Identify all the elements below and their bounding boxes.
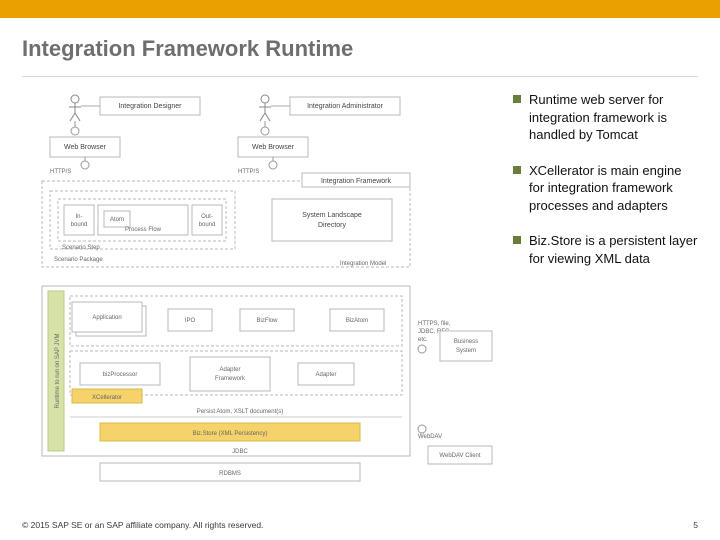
svg-text:Integration Model: Integration Model [340, 261, 386, 267]
bullet-text: XCellerator is main engine for integrati… [529, 162, 698, 215]
svg-text:bound: bound [71, 222, 88, 228]
svg-text:Directory: Directory [318, 222, 347, 229]
svg-text:HTTPS, file,: HTTPS, file, [418, 321, 451, 327]
svg-text:XCellerator: XCellerator [92, 395, 122, 401]
svg-text:Scenario Package: Scenario Package [54, 257, 103, 263]
bullet-item: XCellerator is main engine for integrati… [513, 162, 698, 215]
bullet-icon [513, 95, 521, 103]
svg-text:etc.: etc. [418, 337, 428, 343]
svg-text:Runtime to run on SAP JVM: Runtime to run on SAP JVM [55, 334, 61, 409]
copyright: © 2015 SAP SE or an SAP affiliate compan… [22, 520, 263, 530]
business-system [440, 331, 492, 361]
actor-designer: Integration Designer [69, 95, 200, 121]
bullet-icon [513, 236, 521, 244]
svg-text:Application: Application [92, 315, 121, 321]
svg-text:Web Browser: Web Browser [252, 144, 295, 151]
svg-text:Integration Designer: Integration Designer [118, 103, 182, 110]
svg-text:IPO: IPO [185, 318, 196, 324]
bullet-text: Runtime web server for integration frame… [529, 91, 698, 144]
bullet-item: Runtime web server for integration frame… [513, 91, 698, 144]
svg-text:Web Browser: Web Browser [64, 144, 107, 151]
svg-text:Integration Administrator: Integration Administrator [307, 103, 384, 110]
page-title: Integration Framework Runtime [0, 18, 720, 76]
diagram-column: Integration Designer Integration Adminis… [40, 91, 495, 491]
svg-text:WebDAV: WebDAV [418, 434, 442, 440]
svg-text:System: System [456, 348, 476, 354]
svg-text:BizFlow: BizFlow [256, 318, 278, 324]
bullet-icon [513, 166, 521, 174]
svg-text:Scenario Step: Scenario Step [62, 245, 100, 251]
accent-bar [0, 0, 720, 18]
svg-text:Adapter: Adapter [219, 367, 240, 373]
http-label-right: HTTP/S [238, 169, 259, 175]
page-number: 5 [693, 520, 698, 530]
svg-text:Out-: Out- [201, 214, 213, 220]
svg-text:Framework: Framework [215, 376, 246, 382]
sld-box [272, 199, 392, 241]
bullet-text: Biz.Store is a persistent layer for view… [529, 232, 698, 267]
svg-text:Integration Framework: Integration Framework [321, 178, 392, 185]
content-row: Integration Designer Integration Adminis… [0, 77, 720, 491]
svg-text:BizAtom: BizAtom [346, 318, 368, 324]
svg-text:WebDAV Client: WebDAV Client [439, 453, 480, 459]
svg-text:System Landscape: System Landscape [302, 212, 362, 219]
svg-text:bizProcessor: bizProcessor [103, 372, 138, 378]
svg-text:Adapter: Adapter [315, 372, 336, 378]
svg-text:Business: Business [454, 339, 478, 345]
svg-text:bound: bound [199, 222, 216, 228]
svg-text:Process Flow: Process Flow [125, 227, 162, 233]
actor-admin: Integration Administrator [259, 95, 400, 121]
bullet-item: Biz.Store is a persistent layer for view… [513, 232, 698, 267]
svg-text:JDBC: JDBC [232, 449, 248, 455]
architecture-diagram: Integration Designer Integration Adminis… [40, 91, 495, 486]
svg-text:Persist Atom, XSLT document(s): Persist Atom, XSLT document(s) [197, 409, 283, 415]
svg-text:In-: In- [75, 214, 82, 220]
svg-text:Biz.Store (XML Persistency): Biz.Store (XML Persistency) [193, 431, 268, 437]
http-label-left: HTTP/S [50, 169, 71, 175]
bullets-column: Runtime web server for integration frame… [513, 91, 698, 491]
svg-text:RDBMS: RDBMS [219, 471, 241, 477]
footer: © 2015 SAP SE or an SAP affiliate compan… [0, 514, 720, 540]
svg-text:Atom: Atom [110, 217, 124, 223]
